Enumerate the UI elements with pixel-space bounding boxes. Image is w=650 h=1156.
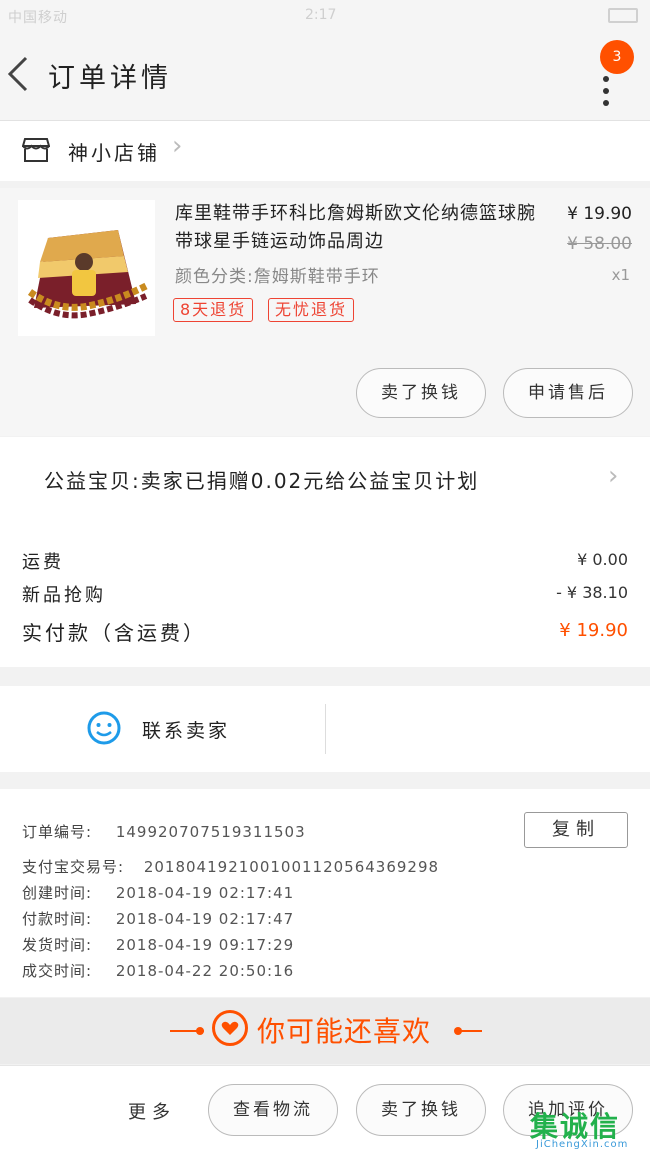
recommend-banner: 你可能还喜欢 xyxy=(0,998,650,1064)
paid-value: ¥ 19.90 xyxy=(559,620,628,641)
shop-icon xyxy=(22,138,50,162)
sell-for-cash-button[interactable]: 卖了换钱 xyxy=(356,1084,486,1136)
status-bar: 中国移动 2:17 xyxy=(0,0,650,32)
sell-for-cash-button[interactable]: 卖了换钱 xyxy=(356,368,486,418)
paid-time-label: 付款时间: xyxy=(22,910,93,928)
charity-row[interactable]: 公益宝贝:卖家已捐赠0.02元给公益宝贝计划 › xyxy=(0,437,650,519)
more-dots-icon xyxy=(603,76,611,112)
order-number-row: 订单编号: 149920707519311503 xyxy=(22,821,306,842)
product-price: ¥ 19.90 xyxy=(567,204,632,224)
promo-label: 新品抢购 xyxy=(22,585,106,606)
watermark-url: JiChengXin.com xyxy=(536,1139,629,1150)
watermark-logo: 集诚信 JiChengXin.com xyxy=(530,1105,648,1153)
nav-header: 订单详情 3 xyxy=(0,32,650,121)
contact-seller-button[interactable]: 联系卖家 xyxy=(142,716,230,743)
alipay-row: 支付宝交易号: 2018041921001001120564369298 xyxy=(22,856,439,877)
product-image-icon xyxy=(27,230,148,319)
completed-value: 2018-04-22 20:50:16 xyxy=(115,962,295,980)
created-row: 创建时间: 2018-04-19 02:17:41 xyxy=(22,882,294,903)
more-menu-button[interactable]: 3 xyxy=(590,40,640,110)
product-thumbnail[interactable] xyxy=(18,200,155,336)
status-time: 2:17 xyxy=(305,7,337,23)
shipped-row: 发货时间: 2018-04-19 09:17:29 xyxy=(22,934,294,955)
shipped-value: 2018-04-19 09:17:29 xyxy=(115,936,295,954)
tag-worry-free-return: 无忧退货 xyxy=(268,298,355,322)
apply-aftersale-button[interactable]: 申请售后 xyxy=(503,368,633,418)
completed-row: 成交时间: 2018-04-22 20:50:16 xyxy=(22,960,294,981)
shop-name: 神小店铺 xyxy=(68,141,160,165)
notification-badge: 3 xyxy=(600,40,634,74)
charity-text: 公益宝贝:卖家已捐赠0.02元给公益宝贝计划 xyxy=(44,469,480,493)
contact-seller-bar: 联系卖家 xyxy=(0,686,650,772)
product-sku: 颜色分类:詹姆斯鞋带手环 xyxy=(175,267,380,287)
paid-label: 实付款（含运费） xyxy=(22,621,206,645)
alipay-label: 支付宝交易号: xyxy=(22,858,125,876)
divider xyxy=(458,1030,482,1032)
recommend-title: 你可能还喜欢 xyxy=(257,1015,432,1048)
divider xyxy=(325,704,326,754)
tag-8day-return: 8天退货 xyxy=(173,298,254,322)
created-value: 2018-04-19 02:17:41 xyxy=(115,884,295,902)
promo-value: - ¥ 38.10 xyxy=(556,583,628,602)
carrier-label: 中国移动 xyxy=(8,10,68,26)
back-arrow-icon xyxy=(7,56,28,92)
shipping-value: ¥ 0.00 xyxy=(577,550,628,569)
cost-summary: 运费 ¥ 0.00 新品抢购 - ¥ 38.10 实付款（含运费） ¥ 19.9… xyxy=(0,519,650,667)
created-label: 创建时间: xyxy=(22,884,93,902)
heart-icon xyxy=(212,1010,248,1046)
completed-label: 成交时间: xyxy=(22,962,93,980)
page-title: 订单详情 xyxy=(48,63,172,94)
more-button[interactable]: 更多 xyxy=(128,1098,176,1124)
product-title[interactable]: 库里鞋带手环科比詹姆斯欧文伦纳德篮球腕带球星手链运动饰品周边 xyxy=(175,200,550,256)
product-original-price: ¥ 58.00 xyxy=(567,234,632,254)
product-quantity: x1 xyxy=(611,266,630,284)
alipay-value: 2018041921001001120564369298 xyxy=(143,858,440,876)
paid-time-value: 2018-04-19 02:17:47 xyxy=(115,910,295,928)
chat-smile-icon xyxy=(87,711,121,745)
chevron-right-icon: › xyxy=(172,131,183,161)
copy-button[interactable]: 复制 xyxy=(524,812,628,848)
shipping-label: 运费 xyxy=(22,552,64,573)
shipped-label: 发货时间: xyxy=(22,936,93,954)
paid-time-row: 付款时间: 2018-04-19 02:17:47 xyxy=(22,908,294,929)
view-logistics-button[interactable]: 查看物流 xyxy=(208,1084,338,1136)
order-number-value: 149920707519311503 xyxy=(115,823,306,841)
chevron-right-icon: › xyxy=(608,461,619,491)
battery-icon xyxy=(602,7,638,23)
order-number-label: 订单编号: xyxy=(22,823,93,841)
order-info: 订单编号: 149920707519311503 复制 支付宝交易号: 2018… xyxy=(0,789,650,997)
order-item[interactable]: 库里鞋带手环科比詹姆斯欧文伦纳德篮球腕带球星手链运动饰品周边 颜色分类:詹姆斯鞋… xyxy=(0,188,650,436)
divider-dot xyxy=(196,1027,204,1035)
back-button[interactable] xyxy=(4,54,44,98)
shop-row[interactable]: 神小店铺 › xyxy=(0,121,650,181)
